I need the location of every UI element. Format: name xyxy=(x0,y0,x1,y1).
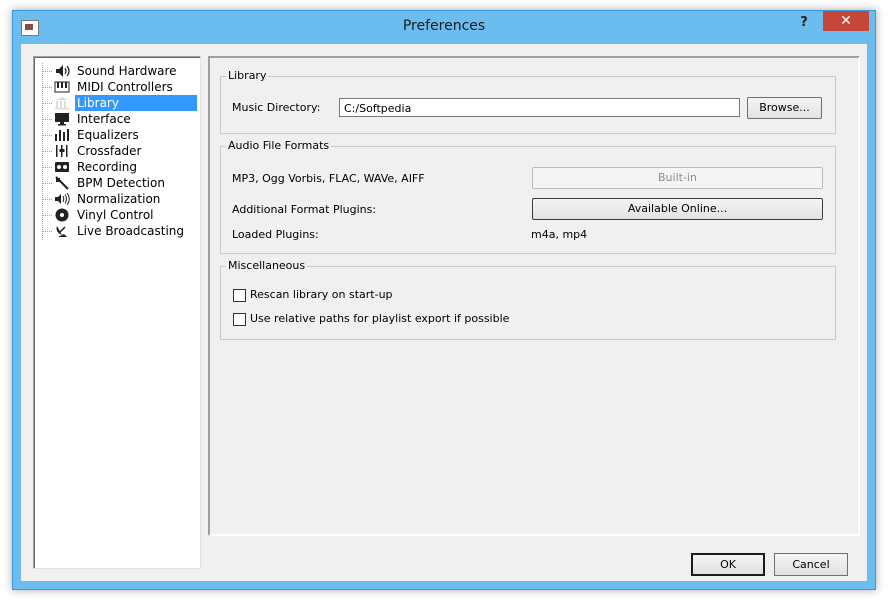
tree-connector xyxy=(42,199,52,200)
sidebar-item-label: Interface xyxy=(77,112,131,126)
builtin-button[interactable]: Built-in xyxy=(532,167,823,189)
volume-waves-icon xyxy=(54,192,70,206)
sidebar-item-midi-controllers[interactable]: MIDI Controllers xyxy=(42,79,200,95)
sidebar-item-equalizers[interactable]: Equalizers xyxy=(42,127,200,143)
tree-connector xyxy=(42,87,52,88)
sidebar-item-label: MIDI Controllers xyxy=(77,80,173,94)
monitor-icon xyxy=(54,112,70,126)
sidebar-item-live-broadcasting[interactable]: Live Broadcasting xyxy=(42,223,200,239)
sidebar-item-library[interactable]: Library xyxy=(42,95,200,111)
sidebar-item-sound-hardware[interactable]: Sound Hardware xyxy=(42,63,200,79)
browse-button[interactable]: Browse... xyxy=(747,97,822,119)
tree-connector xyxy=(42,71,52,72)
equalizer-icon xyxy=(54,128,70,142)
sidebar-item-bpm-detection[interactable]: BPM Detection xyxy=(42,175,200,191)
sidebar-item-label: BPM Detection xyxy=(77,176,165,190)
tree-connector xyxy=(42,119,52,120)
tree-connector xyxy=(42,231,52,232)
rescan-library-checkbox[interactable] xyxy=(233,289,246,302)
builtin-formats-label: MP3, Ogg Vorbis, FLAC, WAVe, AIFF xyxy=(232,172,425,185)
library-group: Library Music Directory: C:/Softpedia Br… xyxy=(220,69,836,134)
preferences-sidebar: Sound Hardware MIDI Controllers Library xyxy=(33,56,201,569)
tree-connector xyxy=(42,135,52,136)
music-directory-label: Music Directory: xyxy=(232,101,321,114)
relative-paths-checkbox[interactable] xyxy=(233,313,246,326)
sidebar-item-label: Crossfader xyxy=(77,144,142,158)
tape-icon xyxy=(54,160,70,174)
rescan-library-label[interactable]: Rescan library on start-up xyxy=(250,288,393,302)
music-directory-field[interactable]: C:/Softpedia xyxy=(339,98,740,117)
available-online-button[interactable]: Available Online... xyxy=(532,198,823,220)
ok-button[interactable]: OK xyxy=(691,553,765,576)
close-button[interactable]: ✕ xyxy=(823,11,869,31)
tree-connector xyxy=(42,151,52,152)
keyboard-icon xyxy=(54,80,70,94)
sidebar-item-label: Recording xyxy=(77,160,138,174)
metronome-icon xyxy=(54,176,70,190)
tree-connector xyxy=(42,215,52,216)
format-plugins-label: Additional Format Plugins: xyxy=(232,203,377,216)
sidebar-item-interface[interactable]: Interface xyxy=(42,111,200,127)
sidebar-item-label: Equalizers xyxy=(77,128,139,142)
sidebar-item-recording[interactable]: Recording xyxy=(42,159,200,175)
sidebar-item-crossfader[interactable]: Crossfader xyxy=(42,143,200,159)
audio-file-formats-group: Audio File Formats MP3, Ogg Vorbis, FLAC… xyxy=(220,139,836,254)
group-title-miscellaneous: Miscellaneous xyxy=(226,259,308,273)
group-title-audio-formats: Audio File Formats xyxy=(226,139,332,153)
sidebar-item-label: Vinyl Control xyxy=(77,208,154,222)
dialog-client-area: Sound Hardware MIDI Controllers Library xyxy=(21,44,867,581)
tree-connector xyxy=(42,167,52,168)
sidebar-item-label: Normalization xyxy=(77,192,161,206)
tree-connector xyxy=(42,183,52,184)
crossfader-icon xyxy=(54,144,70,158)
loaded-plugins-value: m4a, mp4 xyxy=(531,228,588,241)
library-settings-panel: Library Music Directory: C:/Softpedia Br… xyxy=(208,56,860,536)
sidebar-item-label: Sound Hardware xyxy=(77,64,177,78)
relative-paths-label[interactable]: Use relative paths for playlist export i… xyxy=(250,312,509,326)
sidebar-item-normalization[interactable]: Normalization xyxy=(42,191,200,207)
preferences-window: Preferences ? ✕ Sound Hardware MIDI Cont… xyxy=(12,10,876,590)
sidebar-item-vinyl-control[interactable]: Vinyl Control xyxy=(42,207,200,223)
speaker-icon xyxy=(54,64,70,78)
title-bar[interactable]: Preferences ? ✕ xyxy=(13,11,875,44)
tree-connector xyxy=(42,103,52,104)
library-icon xyxy=(54,96,70,110)
miscellaneous-group: Miscellaneous Rescan library on start-up… xyxy=(220,259,836,340)
satellite-dish-icon xyxy=(54,224,70,238)
cancel-button[interactable]: Cancel xyxy=(774,553,848,576)
sidebar-item-label: Library xyxy=(75,95,197,111)
group-title-library: Library xyxy=(226,69,269,83)
loaded-plugins-label: Loaded Plugins: xyxy=(232,228,319,241)
vinyl-icon xyxy=(54,208,70,222)
help-button[interactable]: ? xyxy=(795,14,813,32)
window-title: Preferences xyxy=(402,18,486,34)
sidebar-item-label: Live Broadcasting xyxy=(77,224,184,238)
